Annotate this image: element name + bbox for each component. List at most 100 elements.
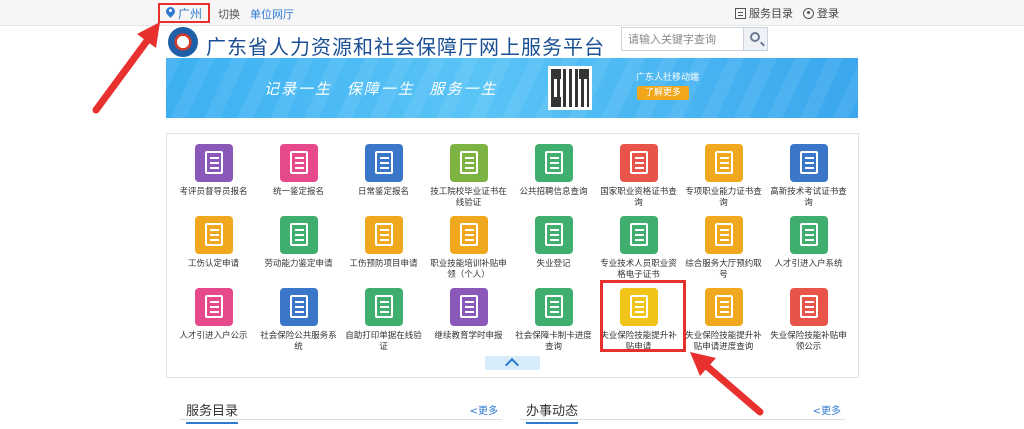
service-tile-label: 专项职业能力证书查询 [685,187,762,208]
unit-hall-link[interactable]: 单位网厅 [250,6,294,22]
card-search-icon [534,288,573,326]
service-tile-label: 人才引进入户系统 [774,259,843,269]
annotation-arrow-top [92,22,160,114]
service-directory-section: 服务目录 <更多 [180,396,502,424]
service-tile[interactable]: 公共招聘信息查询 [511,140,596,212]
yen-coin-icon [704,144,743,182]
service-tile[interactable]: 统一鉴定报名 [256,140,341,212]
list-icon [735,7,746,19]
service-tile-label: 继续教育学时申报 [434,331,503,341]
training-icon [449,216,488,254]
service-tile[interactable]: 人才引进入户公示 [171,284,256,356]
clipboard-person-icon [534,144,573,182]
service-tile-label: 自助打印单据在线验证 [345,331,422,352]
service-grid: 考评员督导员报名 统一鉴定报名 日常鉴定报名 技工院校毕业证书在线验证 公共招聘信息查询… [167,134,860,356]
more-link[interactable]: <更多 [470,402,498,417]
id-card-icon [194,144,233,182]
service-tile[interactable]: 失业保险技能提升补贴申请进度查询 [681,284,766,356]
banner-slogan: 记录一生 保障一生 服务一生 [264,80,498,98]
service-tile[interactable]: 国家职业资格证书查询 [596,140,681,212]
people-icon [279,216,318,254]
project-icon [364,216,403,254]
service-tile-label: 失业保险技能补贴申领公示 [770,331,847,352]
service-tile-label: 社会保障卡制卡进度查询 [515,331,592,352]
service-tile-label: 综合服务大厅预约取号 [685,259,762,280]
form-icon [194,216,233,254]
search-doc-icon [619,216,658,254]
service-tile[interactable]: 人才引进入户系统 [766,212,851,284]
service-tile-label: 失业登记 [536,259,571,269]
service-tile[interactable]: 综合服务大厅预约取号 [681,212,766,284]
service-tile[interactable]: 专项职业能力证书查询 [681,140,766,212]
service-tile[interactable]: 工伤预防项目申请 [341,212,426,284]
progress-doc-icon [704,288,743,326]
service-tile[interactable]: 技工院校毕业证书在线验证 [426,140,511,212]
document-icon [619,144,658,182]
print-verify-icon [364,288,403,326]
education-icon [449,288,488,326]
service-tile-label: 国家职业资格证书查询 [600,187,677,208]
login-label: 登录 [817,7,839,20]
promo-banner[interactable]: 记录一生 保障一生 服务一生 广东人社移动端 了解更多 [166,58,858,118]
service-tile[interactable]: 社会保险公共服务系统 [256,284,341,356]
service-tile[interactable]: 日常鉴定报名 [341,140,426,212]
diploma-icon [449,144,488,182]
service-tile[interactable]: 工伤认定申请 [171,212,256,284]
city-label: 广州 [178,6,203,21]
yen-hand-icon [789,144,828,182]
service-tile-label: 日常鉴定报名 [357,187,409,197]
section-title: 办事动态 [526,400,579,424]
qr-code [548,66,592,110]
service-tile[interactable]: 失业保险技能补贴申领公示 [766,284,851,356]
search-button[interactable] [743,28,767,50]
service-tile[interactable]: 自助打印单据在线验证 [341,284,426,356]
service-tile-label: 统一鉴定报名 [272,187,324,197]
search-icon [750,32,760,42]
emblem-logo [168,27,198,57]
service-tile-label: 技工院校毕业证书在线验证 [430,187,507,208]
register-icon [534,216,573,254]
news-section: 办事动态 <更多 [520,396,845,424]
service-tile-label: 专业技术人员职业资格电子证书 [600,259,677,280]
announce-icon [789,288,828,326]
login-link[interactable]: 登录 [803,5,839,21]
service-tile[interactable]: 继续教育学时申报 [426,284,511,356]
site-title: 广东省人力资源和社会保障厅网上服务平台 [206,35,605,59]
person-search-icon [279,288,318,326]
annotation-arrow-bottom [690,352,764,416]
search-box [621,27,768,51]
service-tile-label: 社会保险公共服务系统 [260,331,337,352]
service-tile[interactable]: 社会保障卡制卡进度查询 [511,284,596,356]
service-tile[interactable]: 职业技能培训补贴申领（个人） [426,212,511,284]
collapse-toggle-button[interactable] [485,356,540,370]
annotation-highlight-box [600,280,686,352]
service-directory-link[interactable]: 服务目录 [735,5,793,21]
money-doc-icon [194,288,233,326]
service-tile-label: 工伤预防项目申请 [349,259,418,269]
service-tile[interactable]: 高新技术考试证书查询 [766,140,851,212]
badge-icon [364,144,403,182]
learn-more-button[interactable]: 了解更多 [637,86,689,100]
service-tile-label: 人才引进入户公示 [179,331,248,341]
switch-city-link[interactable]: 切换 [218,6,240,22]
section-title: 服务目录 [186,400,239,424]
queue-ticket-icon [704,216,743,254]
search-input[interactable] [622,28,742,50]
service-tile-label: 工伤认定申请 [187,259,239,269]
talent-icon [789,216,828,254]
service-tile-label: 职业技能培训补贴申领（个人） [430,259,507,280]
service-tile[interactable]: 考评员督导员报名 [171,140,256,212]
more-link[interactable]: <更多 [813,402,841,417]
service-tile-label: 劳动能力鉴定申请 [264,259,333,269]
service-tile[interactable]: 失业登记 [511,212,596,284]
service-grid-panel: 考评员督导员报名 统一鉴定报名 日常鉴定报名 技工院校毕业证书在线验证 公共招聘信息查询… [166,133,859,378]
service-tile[interactable]: 劳动能力鉴定申请 [256,212,341,284]
service-tile-label: 公共招聘信息查询 [519,187,588,197]
service-tile[interactable]: 专业技术人员职业资格电子证书 [596,212,681,284]
certificate-icon [279,144,318,182]
mobile-app-title: 广东人社移动端 [636,73,700,83]
user-icon [803,7,814,19]
service-directory-label: 服务目录 [749,7,793,20]
service-tile-label: 考评员督导员报名 [179,187,248,197]
service-tile-label: 高新技术考试证书查询 [770,187,847,208]
